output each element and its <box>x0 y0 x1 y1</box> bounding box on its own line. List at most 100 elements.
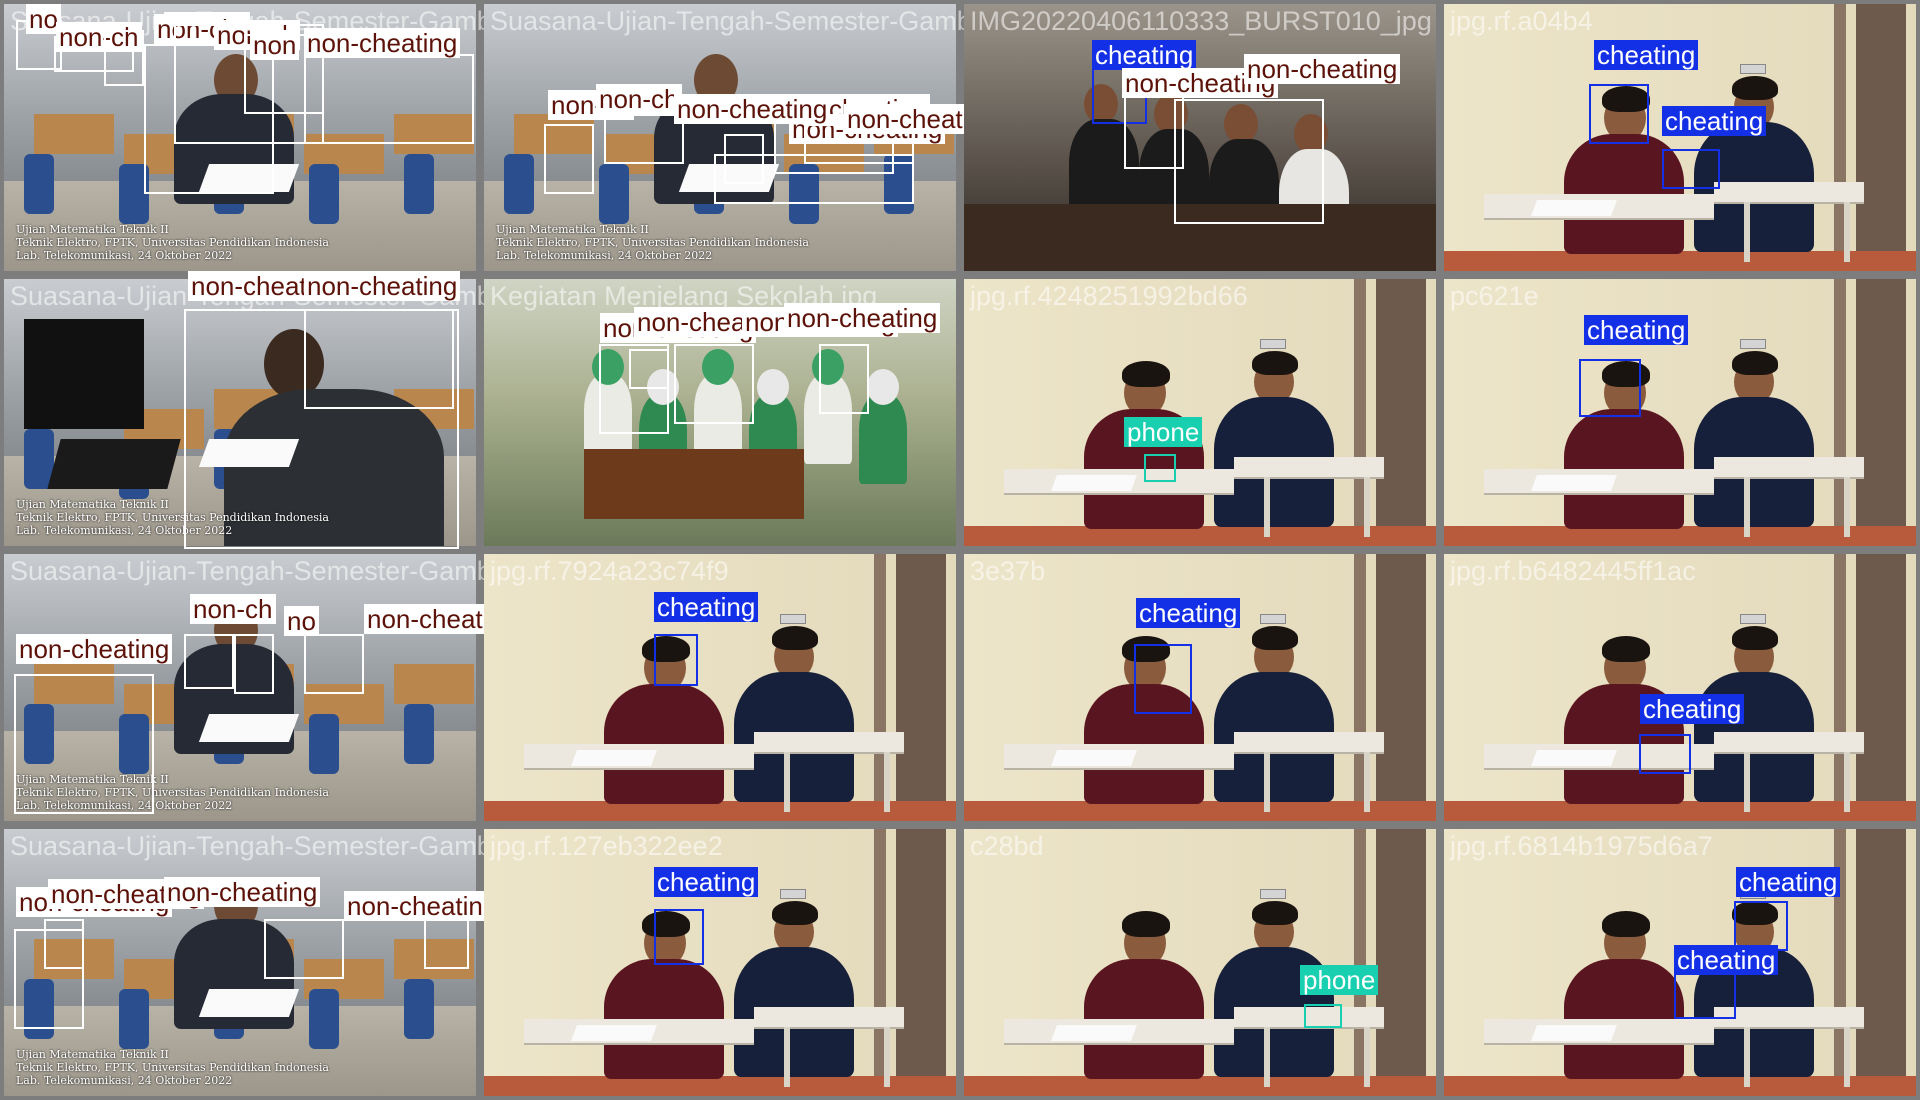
photo-caption: Teknik Elektro, FPTK, Universitas Pendid… <box>496 236 809 249</box>
wall-socket <box>1260 889 1286 899</box>
exam-paper <box>198 989 300 1017</box>
desk-leg <box>884 752 890 812</box>
exam-paper <box>198 714 300 742</box>
image-tile: Suasana-Ujian-Tengah-Semester-GambarUjia… <box>4 554 521 821</box>
photo <box>964 279 1436 546</box>
detection-label: non-cheating <box>784 303 941 333</box>
computer-monitor <box>24 319 144 429</box>
wall-socket <box>1740 64 1766 74</box>
detection-label: cheating <box>1584 315 1689 345</box>
image-tile: pc621e cheating <box>1444 279 1916 546</box>
detection-label: non-cheating <box>304 28 461 58</box>
wall-pillar <box>1856 554 1906 821</box>
photo-caption: Lab. Telekomunikasi, 24 Oktober 2022 <box>16 249 233 262</box>
desk-leg <box>1364 752 1370 812</box>
wall-pillar <box>896 554 946 821</box>
detection-box <box>544 124 594 194</box>
filename-overlay: jpg.rf.127eb322ee2 <box>490 831 723 861</box>
photo-caption: Teknik Elektro, FPTK, Universitas Pendid… <box>16 1061 329 1074</box>
image-tile: jpg.rf.b6482445ff1ac cheating <box>1444 554 1916 821</box>
detection-box <box>424 919 469 969</box>
chair <box>119 989 149 1049</box>
detection-label: no <box>284 606 319 636</box>
photo-caption: Ujian Matematika Teknik II <box>16 1048 169 1061</box>
desk-leg <box>1844 202 1850 262</box>
desk <box>1714 457 1864 477</box>
detection-box <box>234 634 274 694</box>
wall-pillar <box>1376 554 1426 821</box>
student-hair <box>1732 351 1778 375</box>
image-tile: Suasana-Ujian-Tengah-Semester-GambarUjia… <box>484 4 1001 271</box>
detection-label: cheating <box>654 867 759 897</box>
image-tile: 3e37b cheating <box>964 554 1436 821</box>
detection-label: cheating <box>1736 867 1841 897</box>
student-hair <box>1252 901 1298 925</box>
photo <box>964 829 1436 1096</box>
detection-box <box>1144 454 1176 482</box>
wall-socket <box>1740 614 1766 624</box>
detection-box <box>654 909 704 965</box>
detection-label: non-cheating <box>1244 54 1401 84</box>
desk <box>1714 182 1864 202</box>
desk <box>1714 1007 1864 1027</box>
desk-leg <box>784 752 790 812</box>
detection-box <box>184 634 234 689</box>
table <box>34 114 114 154</box>
wall-pillar <box>1376 829 1426 1096</box>
desk <box>754 732 904 752</box>
detection-label: cheating <box>1594 40 1699 70</box>
student-hair <box>1732 76 1778 100</box>
desk-leg <box>1264 1027 1270 1087</box>
image-tile: jpg.rf.a04b4 cheating cheating <box>1444 4 1916 271</box>
exam-paper <box>1531 475 1617 491</box>
student-hair <box>1252 626 1298 650</box>
detection-box <box>1674 969 1736 1019</box>
detection-label: non-cheating <box>16 634 173 664</box>
detection-box <box>1734 901 1788 951</box>
chair <box>599 164 629 224</box>
detection-label: non-ch <box>596 84 682 114</box>
detection-box <box>714 154 914 204</box>
desk-leg <box>1744 1027 1750 1087</box>
desk-leg <box>1744 202 1750 262</box>
wall-pillar <box>1376 279 1426 546</box>
keyboard <box>47 439 181 489</box>
detection-box <box>44 919 84 969</box>
wall-pillar <box>1856 4 1906 271</box>
detection-box <box>1579 359 1641 417</box>
desk-leg <box>1264 752 1270 812</box>
chair <box>404 704 434 764</box>
desk-leg <box>1844 477 1850 537</box>
photo-caption: Ujian Matematika Teknik II <box>16 223 169 236</box>
student-hair <box>1602 636 1650 662</box>
image-tile: jpg.rf.127eb322ee2 cheating <box>484 829 956 1096</box>
detection-box <box>654 634 698 686</box>
filename-overlay: Suasana-Ujian-Tengah-Semester-Gambar <box>10 556 516 586</box>
filename-overlay: 3e37b <box>970 556 1046 586</box>
filename-overlay: pc621e <box>1450 281 1539 311</box>
image-tile: jpg.rf.6814b1975d6a7 cheating cheating <box>1444 829 1916 1096</box>
detection-label: cheating <box>1136 598 1241 628</box>
desk-leg <box>784 1027 790 1087</box>
detection-label: cheating <box>1674 945 1779 975</box>
student-hair <box>772 626 818 650</box>
detection-mosaic: Suasana-Ujian-Tengah-Semester-Gambar Ujia… <box>0 0 1920 1100</box>
detection-box <box>674 344 754 424</box>
detection-box <box>304 634 364 694</box>
detection-box <box>264 919 344 979</box>
chair <box>309 164 339 224</box>
filename-overlay: jpg.rf.6814b1975d6a7 <box>1450 831 1713 861</box>
detection-label: non-cheating <box>304 271 461 301</box>
photo-caption: Teknik Elektro, FPTK, Universitas Pendid… <box>16 236 329 249</box>
desk <box>754 1007 904 1027</box>
detection-label: non-cheating <box>674 94 831 124</box>
detection-label: cheating <box>1662 106 1767 136</box>
student-hijab <box>757 369 789 405</box>
detection-box <box>604 114 684 164</box>
wall-pillar <box>1856 279 1906 546</box>
student-hair <box>1122 911 1170 937</box>
image-tile: Suasana-Ujian-Tengah-Semester-GambarUjia… <box>4 4 516 271</box>
detection-label: non-cheating <box>164 877 321 907</box>
desk-leg <box>1364 477 1370 537</box>
image-tile: c28bd phone <box>964 829 1436 1096</box>
